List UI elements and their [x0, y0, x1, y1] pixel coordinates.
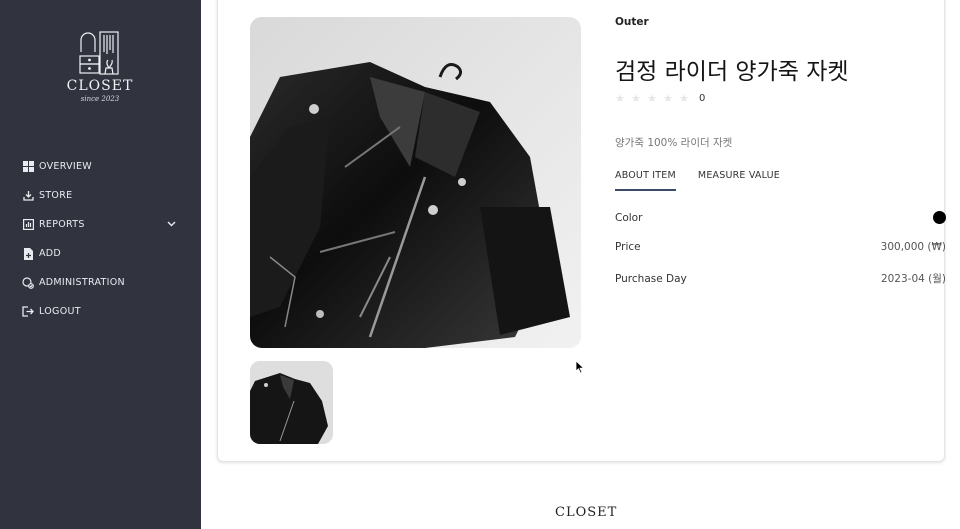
sidebar-item-add[interactable]: ADD — [22, 239, 182, 268]
main-content: Outer 검정 라이더 양가죽 자켓 ★ ★ ★ ★ ★ 0 양가죽 100%… — [201, 0, 960, 529]
product-description: 양가죽 100% 라이더 자켓 — [615, 137, 733, 149]
price-label: Price — [615, 241, 641, 253]
star-icon[interactable]: ★ — [663, 93, 674, 104]
star-icon[interactable]: ★ — [615, 93, 626, 104]
price-value: 300,000 (₩) — [880, 241, 946, 253]
star-icon[interactable]: ★ — [647, 93, 658, 104]
product-title: 검정 라이더 양가죽 자켓 — [615, 59, 849, 85]
detail-row-color: Color — [615, 211, 946, 224]
leather-jacket-photo — [250, 17, 581, 348]
star-icon[interactable]: ★ — [631, 93, 642, 104]
purchase-day-label: Purchase Day — [615, 272, 687, 285]
chevron-down-icon[interactable] — [167, 219, 176, 230]
purchase-day-value: 2023-04 (월) — [880, 273, 946, 285]
sidebar: CLOSET since 2023 OVERVIEW STORE REPORTS… — [0, 0, 201, 529]
rating-count: 0 — [699, 93, 706, 104]
logo[interactable]: CLOSET since 2023 — [60, 30, 140, 112]
color-label: Color — [615, 211, 643, 224]
product-main-image[interactable] — [250, 17, 581, 348]
detail-row-purchase-day: Purchase Day 2023-04 (월) — [615, 271, 946, 286]
product-tabs: ABOUT ITEM MEASURE VALUE — [615, 170, 802, 191]
sidebar-item-store[interactable]: STORE — [22, 181, 182, 210]
tab-about-item[interactable]: ABOUT ITEM — [615, 170, 676, 191]
detail-row-price: Price 300,000 (₩) — [615, 241, 946, 253]
product-rating: ★ ★ ★ ★ ★ 0 — [615, 93, 705, 104]
product-thumbnail[interactable] — [250, 361, 333, 444]
mouse-cursor-icon — [575, 360, 585, 374]
logo-name: CLOSET — [66, 78, 134, 94]
download-icon — [22, 190, 34, 202]
sidebar-item-overview[interactable]: OVERVIEW — [22, 152, 182, 181]
footer-brand: CLOSET — [555, 505, 618, 520]
sidebar-item-label: ADD — [39, 248, 62, 259]
app-window: CLOSET since 2023 OVERVIEW STORE REPORTS… — [0, 0, 960, 529]
sidebar-item-label: REPORTS — [39, 219, 85, 230]
product-category: Outer — [615, 16, 649, 28]
chart-icon — [22, 219, 34, 231]
color-swatch — [933, 211, 946, 224]
leather-jacket-thumbnail — [250, 361, 333, 444]
sidebar-item-administration[interactable]: ADMINISTRATION — [22, 268, 182, 297]
logout-icon — [22, 306, 34, 318]
sidebar-item-label: STORE — [39, 190, 73, 201]
sidebar-item-label: OVERVIEW — [39, 161, 92, 172]
closet-logo-icon — [79, 31, 119, 75]
sidebar-item-reports[interactable]: REPORTS — [22, 210, 182, 239]
sidebar-item-label: LOGOUT — [39, 306, 81, 317]
tab-measure-value[interactable]: MEASURE VALUE — [698, 170, 780, 191]
product-card: Outer 검정 라이더 양가죽 자켓 ★ ★ ★ ★ ★ 0 양가죽 100%… — [217, 0, 946, 462]
grid-icon — [22, 161, 34, 173]
sidebar-item-label: ADMINISTRATION — [39, 277, 125, 288]
admin-icon — [22, 276, 34, 289]
sidebar-nav: OVERVIEW STORE REPORTS ADD ADMINISTRATIO… — [22, 152, 182, 326]
sidebar-item-logout[interactable]: LOGOUT — [22, 297, 182, 326]
file-add-icon — [22, 247, 34, 260]
star-icon[interactable]: ★ — [679, 93, 690, 104]
logo-since: since 2023 — [80, 95, 120, 103]
